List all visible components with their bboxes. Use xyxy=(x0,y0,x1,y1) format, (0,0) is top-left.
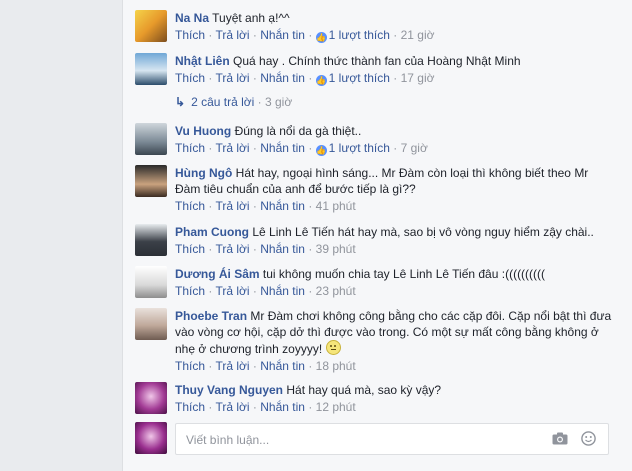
like-icon: 👍 xyxy=(315,75,327,86)
commenter-name[interactable]: Thuy Vang Nguyen xyxy=(175,383,283,397)
reply-link[interactable]: Trả lời xyxy=(215,242,249,256)
comment-time[interactable]: 17 giờ xyxy=(401,71,435,85)
comment-input[interactable] xyxy=(184,430,548,450)
comment-text: Quá hay . Chính thức thành fan của Hoàng… xyxy=(233,54,521,68)
reply-link[interactable]: Trả lời xyxy=(215,284,249,298)
comment-time[interactable]: 18 phút xyxy=(316,359,356,373)
avatar[interactable] xyxy=(135,165,167,197)
likes-count[interactable]: 1 lượt thích xyxy=(329,28,390,42)
commenter-name[interactable]: Hùng Ngô xyxy=(175,166,232,180)
like-link[interactable]: Thích xyxy=(175,242,205,256)
avatar[interactable] xyxy=(135,53,167,85)
comment-text: Lê Linh Lê Tiến hát hay mà, sao bị vô vò… xyxy=(252,225,594,239)
commenter-name[interactable]: Pham Cuong xyxy=(175,225,249,239)
comment-text: Tuyệt anh ạ!^^ xyxy=(212,11,290,25)
reply-link[interactable]: Trả lời xyxy=(215,141,249,155)
avatar[interactable] xyxy=(135,266,167,298)
message-link[interactable]: Nhắn tin xyxy=(260,141,305,155)
view-replies-link[interactable]: ↳ 2 câu trả lời · 3 giờ xyxy=(175,94,292,110)
reply-link[interactable]: Trả lời xyxy=(215,359,249,373)
comment-actions: Thích · Trả lời · Nhắn tin · 18 phút xyxy=(175,359,356,373)
comment-time[interactable]: 7 giờ xyxy=(401,141,428,155)
message-link[interactable]: Nhắn tin xyxy=(260,400,305,414)
camera-icon[interactable] xyxy=(552,432,568,445)
comment-time[interactable]: 23 phút xyxy=(316,284,356,298)
comment-actions: Thích · Trả lời · Nhắn tin · 39 phút xyxy=(175,242,356,256)
reply-arrow-icon: ↳ xyxy=(175,95,186,109)
message-link[interactable]: Nhắn tin xyxy=(260,199,305,213)
message-link[interactable]: Nhắn tin xyxy=(260,242,305,256)
comment-actions: Thích · Trả lời · Nhắn tin · 12 phút xyxy=(175,400,356,414)
comment-composer xyxy=(175,423,609,455)
like-link[interactable]: Thích xyxy=(175,400,205,414)
my-avatar xyxy=(135,422,167,454)
commenter-name[interactable]: Nhật Liên xyxy=(175,54,230,68)
comment-text: Đúng là nổi da gà thiệt.. xyxy=(234,124,362,138)
like-link[interactable]: Thích xyxy=(175,141,205,155)
message-link[interactable]: Nhắn tin xyxy=(260,284,305,298)
likes-count[interactable]: 1 lượt thích xyxy=(329,141,390,155)
commenter-name[interactable]: Phoebe Tran xyxy=(175,309,247,323)
reply-link[interactable]: Trả lời xyxy=(215,28,249,42)
comment-time[interactable]: 39 phút xyxy=(316,242,356,256)
comment-actions: Thích · Trả lời · Nhắn tin · 41 phút xyxy=(175,199,356,213)
like-link[interactable]: Thích xyxy=(175,71,205,85)
avatar[interactable] xyxy=(135,123,167,155)
replies-count[interactable]: 2 câu trả lời xyxy=(191,95,254,109)
message-link[interactable]: Nhắn tin xyxy=(260,359,305,373)
comment-text: Hát hay, ngoại hình sáng... Mr Đàm còn l… xyxy=(175,166,589,196)
comment-actions: Thích · Trả lời · Nhắn tin · 👍 1 lượt thí… xyxy=(175,141,428,156)
avatar[interactable] xyxy=(135,224,167,256)
avatar[interactable] xyxy=(135,308,167,340)
comment-actions: Thích · Trả lời · Nhắn tin · 👍 1 lượt thí… xyxy=(175,71,435,86)
like-link[interactable]: Thích xyxy=(175,359,205,373)
comments-panel: Na Na Tuyệt anh ạ!^^ Thích · Trả lời · N… xyxy=(122,0,632,471)
like-icon: 👍 xyxy=(315,145,327,156)
comment-text: tui không muốn chia tay Lê Linh Lê Tiến … xyxy=(262,267,546,281)
like-link[interactable]: Thích xyxy=(175,284,205,298)
replies-time: 3 giờ xyxy=(264,95,293,109)
comment-time[interactable]: 41 phút xyxy=(316,199,356,213)
likes-count[interactable]: 1 lượt thích xyxy=(329,71,390,85)
comment-actions: Thích · Trả lời · Nhắn tin · 👍 1 lượt thí… xyxy=(175,28,435,43)
reply-link[interactable]: Trả lời xyxy=(215,71,249,85)
like-link[interactable]: Thích xyxy=(175,199,205,213)
comment-time[interactable]: 21 giờ xyxy=(401,28,435,42)
message-link[interactable]: Nhắn tin xyxy=(260,71,305,85)
comment-time[interactable]: 12 phút xyxy=(316,400,356,414)
commenter-name[interactable]: Dương Ái Sâm xyxy=(175,267,260,281)
reply-link[interactable]: Trả lời xyxy=(215,400,249,414)
like-icon: 👍 xyxy=(315,32,327,43)
message-link[interactable]: Nhắn tin xyxy=(260,28,305,42)
smiley-icon[interactable] xyxy=(581,431,596,446)
commenter-name[interactable]: Na Na xyxy=(175,11,209,25)
commenter-name[interactable]: Vu Huong xyxy=(175,124,231,138)
comment-text: Hát hay quá mà, sao kỳ vậy? xyxy=(286,383,442,397)
like-link[interactable]: Thích xyxy=(175,28,205,42)
emoji-icon xyxy=(325,340,341,355)
avatar[interactable] xyxy=(135,382,167,414)
reply-link[interactable]: Trả lời xyxy=(215,199,249,213)
comment-actions: Thích · Trả lời · Nhắn tin · 23 phút xyxy=(175,284,356,298)
avatar[interactable] xyxy=(135,10,167,42)
